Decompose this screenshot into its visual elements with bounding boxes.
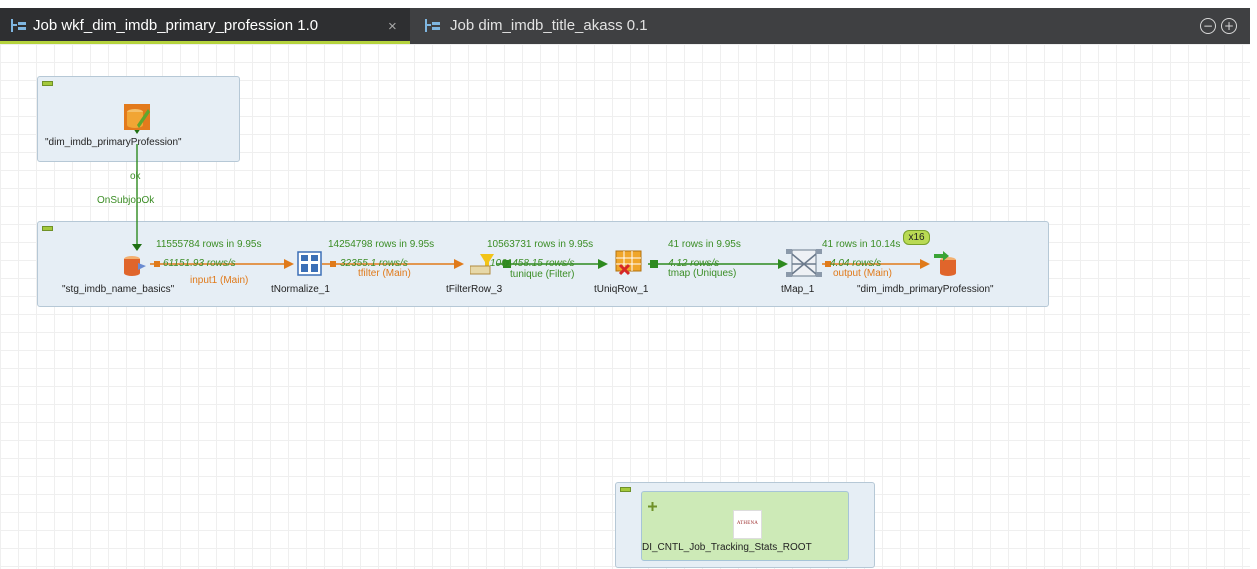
link-stat: 41 rows in 9.95s (668, 239, 741, 250)
link-stat: 14254798 rows in 9.95s (328, 239, 435, 250)
link-name[interactable]: tmap (Uniques) (668, 268, 736, 279)
athena-logo-icon[interactable]: ATHENA (733, 510, 762, 539)
link-stat: 41 rows in 10.14s (822, 239, 901, 250)
tmap-icon[interactable] (786, 246, 822, 280)
trigger-ok-label: ok (130, 171, 141, 182)
component-label: "dim_imdb_primaryProfession" (857, 284, 994, 295)
link-rate: 1061458.15 rows/s (490, 258, 575, 269)
trigger-label: OnSubjobOk (97, 195, 155, 206)
logo-text: ATHENA (736, 521, 759, 526)
link-name[interactable]: input1 (Main) (190, 275, 248, 286)
parallelization-badge: x16 (903, 230, 930, 245)
normalize-icon[interactable] (297, 251, 322, 276)
component-label: tMap_1 (781, 284, 815, 295)
db-output-component-icon[interactable] (123, 103, 151, 131)
link-name[interactable]: tunique (Filter) (510, 269, 574, 280)
component-label: tNormalize_1 (271, 284, 330, 295)
component-label: tFilterRow_3 (446, 284, 503, 295)
link-rate: 61151.93 rows/s (163, 258, 236, 269)
component-label: "stg_imdb_name_basics" (62, 284, 175, 295)
component-label: DI_CNTL_Job_Tracking_Stats_ROOT (642, 542, 812, 553)
link-stat: 10563731 rows in 9.95s (487, 239, 594, 250)
link-name[interactable]: tfilter (Main) (358, 268, 411, 279)
db-input-icon[interactable] (122, 254, 150, 278)
component-label: "dim_imdb_primaryProfession" (45, 137, 182, 148)
link-stat: 11555784 rows in 9.95s (156, 239, 262, 250)
component-label: tUniqRow_1 (594, 284, 649, 295)
link-name[interactable]: output (Main) (833, 268, 892, 279)
uniq-row-icon[interactable] (615, 250, 642, 277)
db-output-icon[interactable] (932, 251, 960, 277)
